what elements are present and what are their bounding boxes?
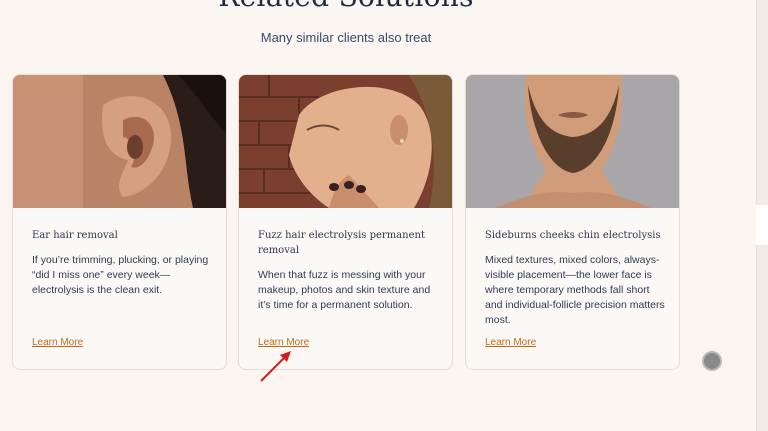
learn-more-link[interactable]: Learn More: [485, 337, 536, 348]
man-chin-photo: [466, 75, 679, 208]
page-subtitle: Many similar clients also treat: [260, 30, 432, 45]
card-description: If you’re trimming, plucking, or playing…: [32, 254, 209, 296]
woman-profile-photo: [239, 75, 452, 208]
solution-card-ear: Ear hair removal If you’re trimming, plu…: [12, 74, 227, 370]
card-description: When that fuzz is messing with your make…: [258, 269, 431, 311]
solution-card-sideburns: Sideburns cheeks chin electrolysis Mixed…: [465, 74, 680, 370]
card-title: Fuzz hair electrolysis permanent removal: [258, 230, 425, 256]
card-title: Ear hair removal: [32, 230, 118, 241]
page-title: Related Solutions: [0, 0, 692, 13]
ear-photo: [13, 75, 226, 208]
annotation-arrow-icon: [260, 351, 291, 382]
card-description: Mixed textures, mixed colors, always-vis…: [485, 254, 665, 326]
card-title: Sideburns cheeks chin electrolysis: [485, 230, 661, 241]
scrollbar-gap: [756, 205, 768, 245]
learn-more-link[interactable]: Learn More: [32, 337, 83, 348]
floating-circle-button[interactable]: [702, 351, 722, 371]
solution-card-fuzz: Fuzz hair electrolysis permanent removal…: [238, 74, 453, 370]
